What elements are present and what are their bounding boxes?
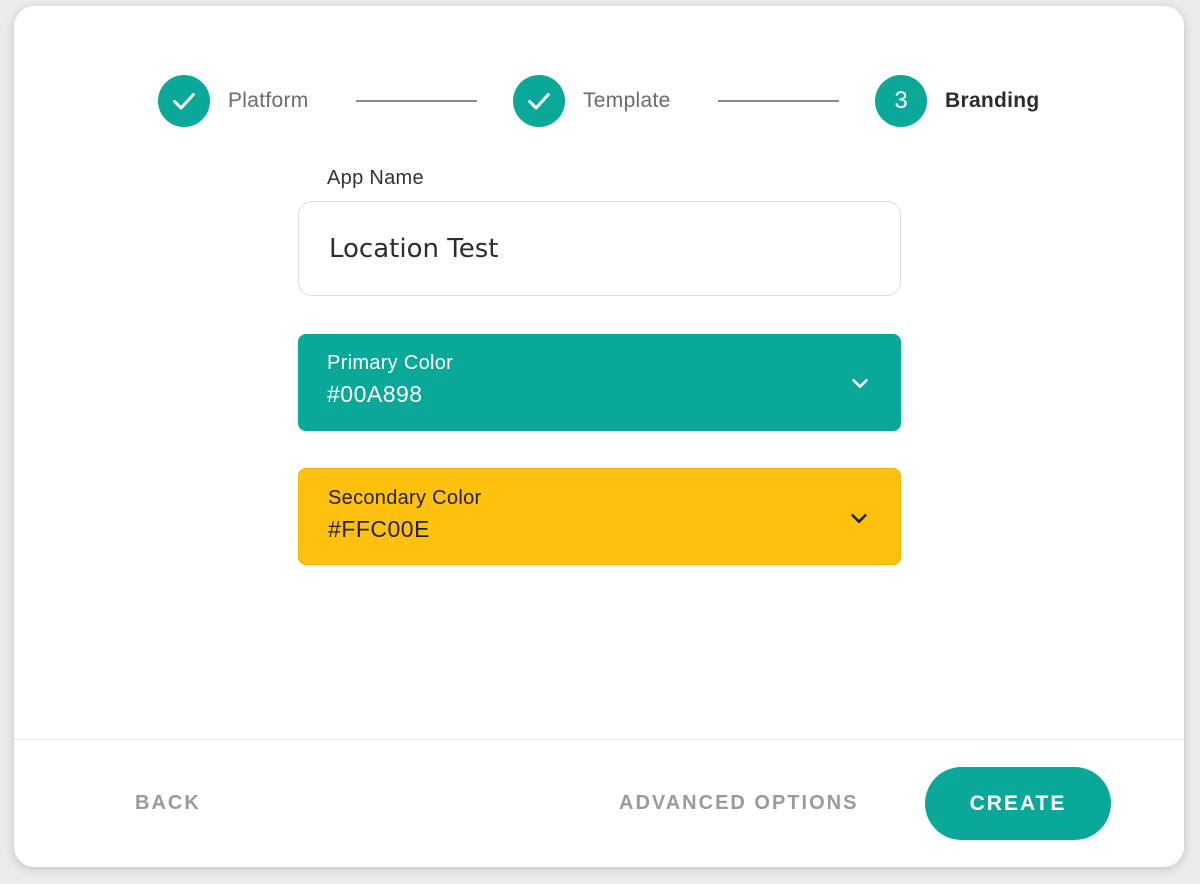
app-name-label: App Name bbox=[327, 167, 424, 189]
primary-color-select[interactable]: Primary Color #00A898 bbox=[298, 334, 901, 431]
primary-color-label: Primary Color bbox=[327, 352, 454, 374]
app-name-input[interactable] bbox=[298, 201, 901, 296]
step-template[interactable]: Template bbox=[513, 75, 671, 127]
primary-color-value: #00A898 bbox=[327, 381, 423, 407]
step-branding: 3 Branding bbox=[875, 75, 1040, 127]
secondary-color-label: Secondary Color bbox=[328, 487, 482, 509]
step-template-label: Template bbox=[583, 89, 671, 112]
create-button[interactable]: CREATE bbox=[925, 767, 1111, 840]
stepper: Platform Template 3 Branding bbox=[14, 75, 1184, 127]
check-icon bbox=[528, 93, 550, 110]
step-template-circle bbox=[513, 75, 565, 127]
check-icon bbox=[173, 93, 195, 110]
chevron-down-icon bbox=[852, 378, 868, 388]
step-platform[interactable]: Platform bbox=[158, 75, 309, 127]
create-app-dialog: Platform Template 3 Branding App Name Pr… bbox=[14, 6, 1184, 867]
step-number: 3 bbox=[894, 87, 908, 114]
step-connector bbox=[718, 100, 839, 102]
step-branding-circle: 3 bbox=[875, 75, 927, 127]
footer-divider bbox=[14, 739, 1184, 740]
step-connector bbox=[356, 100, 477, 102]
step-platform-label: Platform bbox=[228, 89, 309, 112]
step-branding-label: Branding bbox=[945, 89, 1040, 112]
secondary-color-value: #FFC00E bbox=[328, 516, 430, 542]
advanced-options-button[interactable]: ADVANCED OPTIONS bbox=[619, 792, 858, 815]
secondary-color-select[interactable]: Secondary Color #FFC00E bbox=[298, 468, 901, 565]
back-button[interactable]: BACK bbox=[135, 792, 201, 815]
step-platform-circle bbox=[158, 75, 210, 127]
chevron-down-icon bbox=[851, 513, 867, 523]
